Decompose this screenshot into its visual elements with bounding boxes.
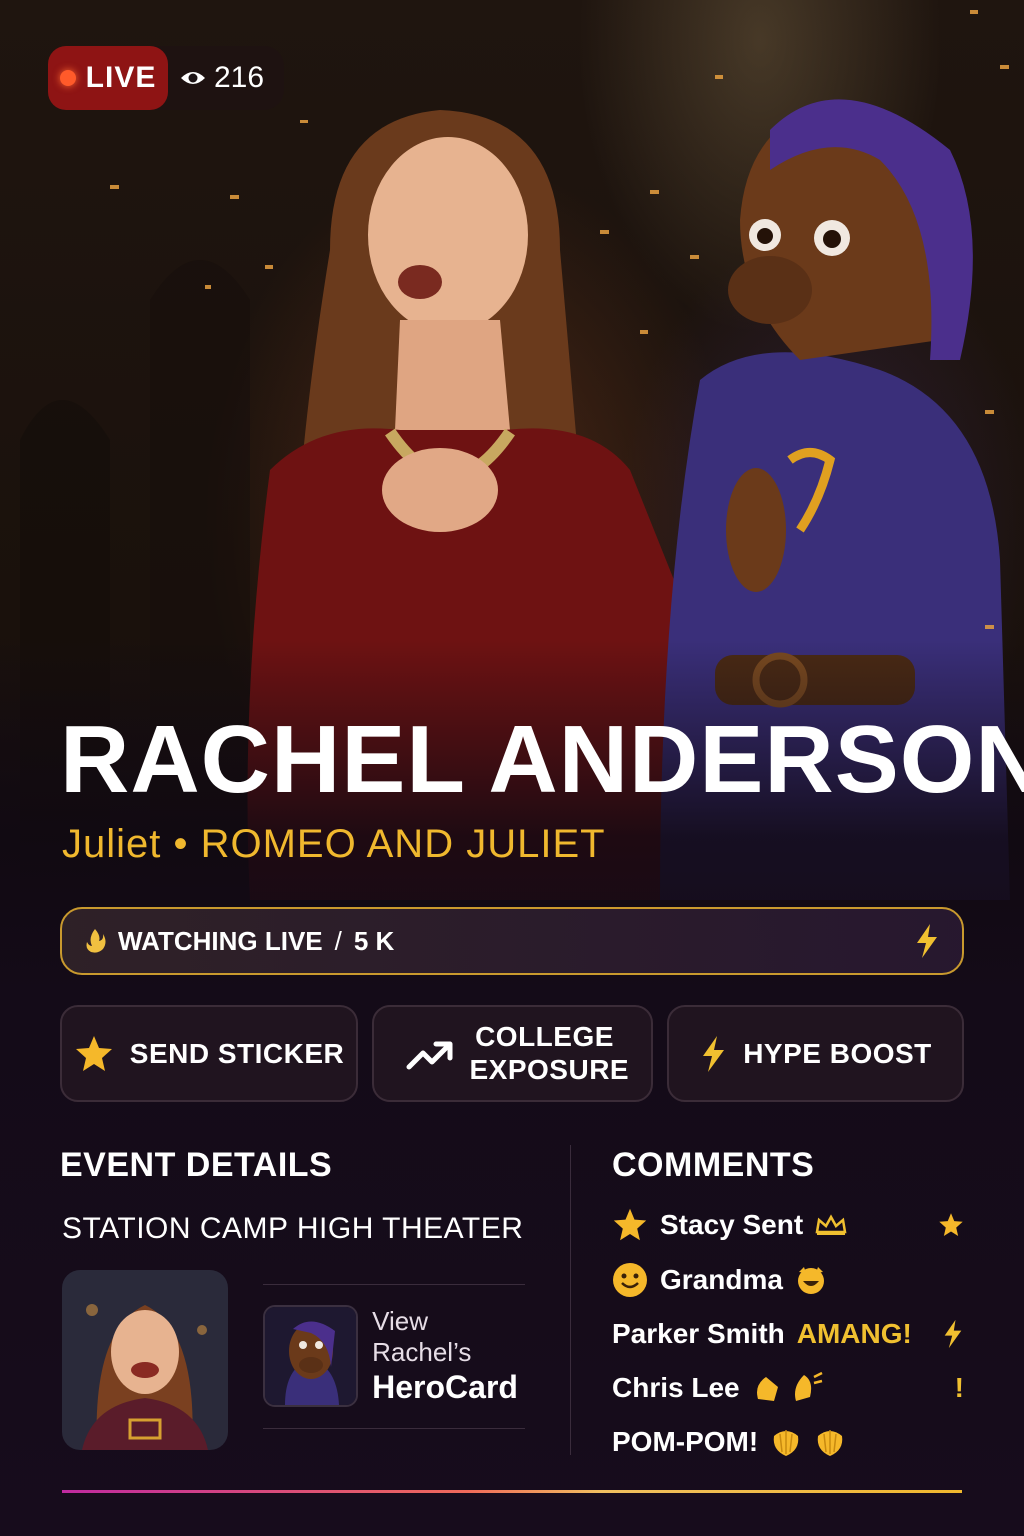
send-sticker-button[interactable]: SEND STICKER [60, 1005, 358, 1102]
viewer-count: 216 [214, 61, 265, 94]
comment-author: Parker Smith [612, 1318, 785, 1349]
watching-count: 5 K [353, 925, 395, 956]
star-icon [75, 1035, 112, 1071]
comment-author: Stacy Sent [660, 1209, 804, 1240]
send-sticker-label: SEND STICKER [129, 1037, 345, 1069]
star-icon [939, 1213, 963, 1237]
performer-name: RACHEL ANDERSON [60, 706, 1024, 813]
eye-icon [181, 72, 205, 84]
comment-end-mark: ! [954, 1372, 964, 1403]
horse-mascot-image [265, 1307, 357, 1405]
college-exposure-button[interactable]: COLLEGE EXPOSURE [372, 1005, 653, 1102]
herocard-divider-bottom [263, 1428, 525, 1429]
watching-live-label: WATCHING LIVE [118, 925, 323, 956]
hype-boost-button[interactable]: HYPE BOOST [667, 1005, 964, 1102]
comments-title: COMMENTS [612, 1146, 815, 1184]
view-herocard-link[interactable]: View Rachel’s HeroCard [263, 1304, 533, 1408]
comment-item: Stacy Sent [612, 1203, 964, 1247]
record-dot-icon [59, 70, 76, 86]
live-badge: LIVE [48, 46, 168, 110]
college-exposure-label: COLLEGE EXPOSURE [469, 1021, 630, 1085]
comment-item: Grandma [612, 1258, 964, 1302]
lightning-icon [703, 1035, 725, 1072]
clap-icon [756, 1371, 823, 1401]
performer-photo[interactable] [62, 1270, 228, 1450]
crown-icon [815, 1214, 847, 1235]
viewer-counter: 216 [180, 61, 264, 95]
comment-item: Chris Lee ! [612, 1366, 964, 1410]
comment-author: Chris Lee [612, 1372, 740, 1403]
column-divider [570, 1145, 571, 1455]
performer-role: Juliet • ROMEO AND JULIET [62, 822, 606, 866]
stream-timeline-bar[interactable] [62, 1482, 962, 1502]
hype-boost-label: HYPE BOOST [743, 1037, 932, 1069]
live-status-pill: LIVE 216 [48, 46, 284, 110]
herocard-prompt: View Rachel’s [372, 1305, 472, 1367]
lightning-icon [917, 924, 937, 958]
lightning-icon [944, 1319, 962, 1349]
trending-up-icon [406, 1041, 452, 1069]
comment-message: AMANG! [796, 1318, 912, 1349]
watching-live-bar[interactable]: WATCHING LIVE / 5 K [60, 907, 964, 975]
live-label: LIVE [85, 61, 157, 94]
grin-face-icon [797, 1267, 824, 1294]
comment-item: Parker Smith AMANG! [612, 1312, 964, 1356]
smile-icon [613, 1263, 647, 1297]
performer-portrait-image [62, 1270, 228, 1450]
herocard-label: HeroCard [372, 1368, 518, 1405]
comment-author: Grandma [660, 1264, 783, 1295]
star-icon [613, 1208, 647, 1241]
comment-item: POM-POM! [612, 1420, 964, 1464]
venue-name: STATION CAMP HIGH THEATER [62, 1212, 524, 1245]
event-details-title: EVENT DETAILS [60, 1146, 333, 1184]
pom-pom-icon [773, 1430, 843, 1456]
flame-icon [86, 929, 106, 953]
watching-separator: / [334, 925, 342, 956]
comment-author: POM-POM! [612, 1426, 759, 1457]
herocard-thumbnail [263, 1305, 359, 1407]
herocard-divider-top [263, 1284, 525, 1285]
